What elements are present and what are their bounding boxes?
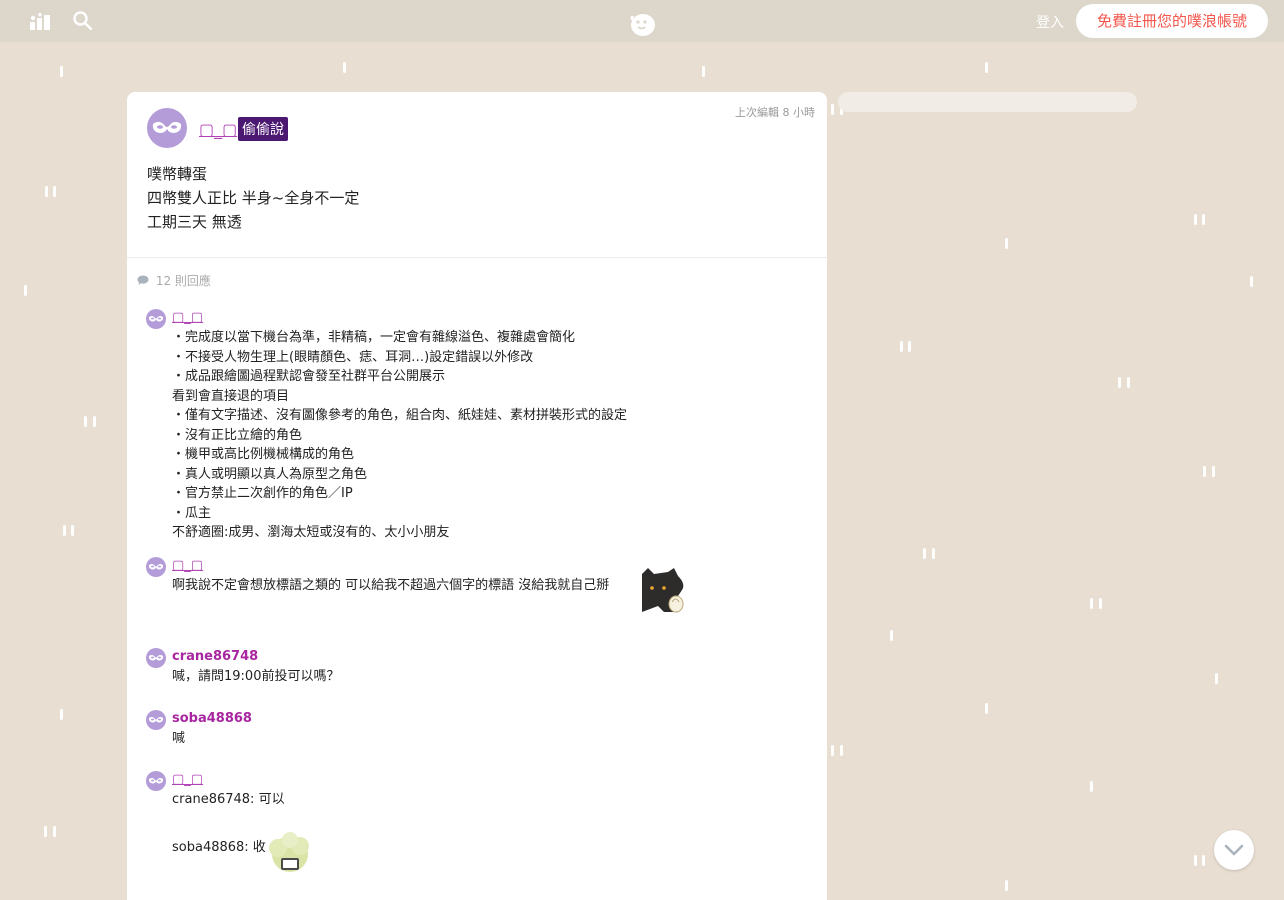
rain-streak [60,709,63,720]
response-content: ・完成度以當下機台為準，非精稿，一定會有雜線溢色、複雜處會簡化 ・不接受人物生理… [172,328,827,543]
rain-streak [24,285,27,296]
rain-streak [1127,377,1130,388]
rain-streak [831,745,834,756]
response-username[interactable]: ▢_▢ [172,764,827,790]
response-line: 喊 [172,731,186,746]
response-line: ・不接受人物生理上(眼睛顏色、痣、耳洞…)設定錯誤以外修改 [172,349,534,365]
rain-streak [343,62,346,73]
plurk-header: ▢_▢ 偷偷說 上次編輯 8 小時 噗幣轉蛋 四幣雙人正比 半身~全身不一定 工… [127,92,827,258]
broccoli-sticker[interactable] [266,828,314,887]
response-username[interactable]: crane86748 [172,641,827,667]
plurk-logo[interactable] [628,10,656,42]
rain-streak [71,525,74,536]
response-line: 不舒適圈:成男、瀏海太短或沒有的、太小小朋友 [172,525,450,540]
anonymous-avatar[interactable] [146,771,166,791]
ghost-bar [838,92,1137,112]
rain-streak [1202,855,1205,866]
rain-streak [45,186,48,197]
rain-streak [840,745,843,756]
edited-timestamp: 上次編輯 8 小時 [735,106,815,119]
anonymous-avatar[interactable] [146,557,166,577]
plurk-line: 工期三天 無透 [147,213,242,231]
rain-streak [985,62,988,73]
rain-streak [702,66,705,77]
anonymous-avatar[interactable] [146,309,166,329]
rain-streak [1090,781,1093,792]
rain-streak [60,66,63,77]
response-line: crane86748: 可以 [172,792,285,807]
response-line: ・機甲或高比例機械構成的角色 [172,447,355,462]
rain-streak [84,416,87,427]
rain-streak [1250,276,1253,287]
rain-streak [1203,466,1206,477]
comment-bubble-icon [137,275,149,289]
login-link[interactable]: 登入 [1036,12,1064,32]
response-line: ・真人或明顯以真人為原型之角色 [172,466,368,482]
plurk-line: 噗幣轉蛋 [147,165,208,183]
response-item: soba48868 喊 [127,703,827,764]
rain-streak [63,525,66,536]
response-item: ▢_▢ crane86748: 可以 soba48868: 收 [127,764,827,884]
whisper-badge: 偷偷說 [238,117,288,141]
response-line: 看到會直接退的項目 [172,388,290,404]
plurk-content: 噗幣轉蛋 四幣雙人正比 半身~全身不一定 工期三天 無透 [147,162,359,234]
rain-streak [53,826,56,837]
plurk-line: 四幣雙人正比 半身~全身不一定 [147,189,360,207]
rain-streak [890,630,893,641]
rain-streak [908,341,911,352]
response-line: ・完成度以當下機台為準，非精稿，一定會有雜線溢色、複雜處會簡化 [172,330,576,345]
stats-icon[interactable] [30,13,50,34]
rain-streak [831,104,834,115]
response-line: ・僅有文字描述、沒有圖像參考的角色，組合肉、紙娃娃、素材拼裝形式的設定 [172,408,628,423]
rain-streak [1194,855,1197,866]
response-username[interactable]: soba48868 [172,703,827,729]
rain-streak [1090,598,1093,609]
rain-streak [1212,466,1215,477]
rain-streak [1005,238,1008,249]
response-username[interactable]: ▢_▢ [172,550,827,576]
response-content: 喊 [172,729,827,749]
rain-streak [1194,214,1197,225]
response-item: ▢_▢ 啊我說不定會想放標語之類的 可以給我不超過六個字的標語 沒給我就自己掰 [127,550,827,641]
response-content: crane86748: 可以 soba48868: 收 [172,790,827,872]
rain-streak [900,341,903,352]
response-line: ・官方禁止二次創作的角色／IP [172,486,353,501]
rain-streak [1118,377,1121,388]
response-line: ・瓜主 [172,505,212,521]
anonymous-avatar[interactable] [147,108,187,148]
response-content: 喊，請問19:00前投可以嗎？ [172,667,827,687]
response-content: 啊我說不定會想放標語之類的 可以給我不超過六個字的標語 沒給我就自己掰 [172,568,827,613]
bear-sticker[interactable] [638,566,688,623]
top-bar: 登入 免費註冊您的噗浪帳號 [0,0,1284,42]
rain-streak [93,416,96,427]
anonymous-avatar[interactable] [146,648,166,668]
response-item: crane86748 喊，請問19:00前投可以嗎？ [127,641,827,703]
rain-streak [53,186,56,197]
rain-streak [932,548,935,559]
rain-streak [1099,598,1102,609]
rain-streak [1005,880,1008,891]
scroll-down-button[interactable] [1214,830,1254,870]
rain-streak [985,703,988,714]
response-list: ▢_▢ ・完成度以當下機台為準，非精稿，一定會有雜線溢色、複雜處會簡化 ・不接受… [127,302,827,884]
rain-streak [923,548,926,559]
response-username[interactable]: ▢_▢ [172,302,827,328]
response-line: 喊，請問19:00前投可以嗎？ [172,669,340,684]
rain-streak [44,826,47,837]
poster-name[interactable]: ▢_▢ [199,120,237,139]
signup-button[interactable]: 免費註冊您的噗浪帳號 [1076,4,1268,38]
response-line: ・成品跟繪圖過程默認會發至社群平台公開展示 [172,369,446,384]
rain-streak [1202,214,1205,225]
response-count-label: 12 則回應 [155,274,211,288]
response-item: ▢_▢ ・完成度以當下機台為準，非精稿，一定會有雜線溢色、複雜處會簡化 ・不接受… [127,302,827,550]
response-count[interactable]: 12 則回應 [137,272,211,289]
response-line: ・沒有正比立繪的角色 [172,427,303,443]
anonymous-avatar[interactable] [146,710,166,730]
plurk-card: ▢_▢ 偷偷說 上次編輯 8 小時 噗幣轉蛋 四幣雙人正比 半身~全身不一定 工… [127,92,827,900]
rain-streak [1215,673,1218,684]
response-line: 啊我說不定會想放標語之類的 可以給我不超過六個字的標語 沒給我就自己掰 [172,578,610,593]
search-icon[interactable] [73,11,93,34]
